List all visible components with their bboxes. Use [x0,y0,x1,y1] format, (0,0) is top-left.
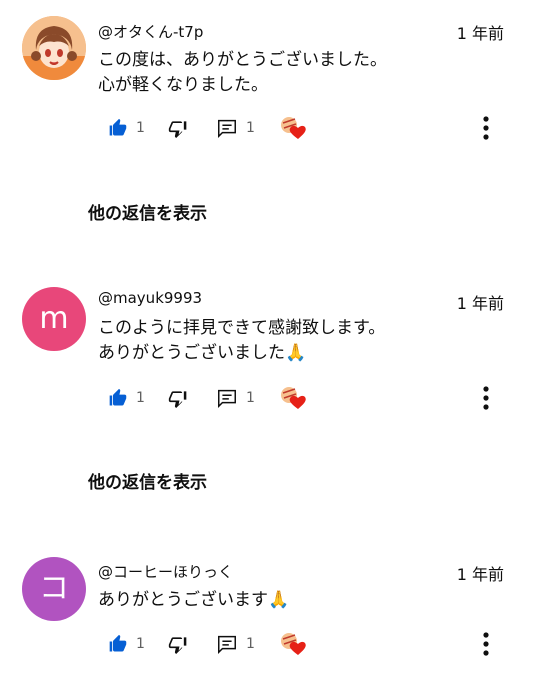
show-replies-link[interactable]: 他の返信を表示 [88,468,207,493]
comment-actions: 1 1 [0,114,540,142]
avatar-anime-image [22,16,86,80]
comment-timestamp[interactable]: 1 年前 [457,561,504,585]
like-button[interactable]: 1 [108,114,145,142]
creator-heart-icon [281,117,306,139]
creator-heart-icon [281,387,306,409]
avatar[interactable]: コ [22,557,86,621]
avatar-letter: m [39,301,69,336]
reply-button[interactable]: 1 [216,630,255,658]
more-vert-icon [483,116,489,140]
more-vert-icon [483,632,489,656]
dislike-button[interactable] [168,630,188,658]
comment-text: ありがとうございます🙏 [98,590,290,610]
creator-heart [280,630,306,658]
creator-heart-icon [281,633,306,655]
comment-actions: 1 1 [0,384,540,412]
creator-heart [280,384,306,412]
thumbs-down-icon [168,391,187,408]
like-button[interactable]: 1 [108,630,145,658]
like-count: 1 [136,120,145,136]
comment-author-handle[interactable]: @オタくん-t7p [98,21,203,42]
like-button[interactable]: 1 [108,384,145,412]
comment-timestamp[interactable]: 1 年前 [457,290,504,314]
avatar[interactable]: m [22,287,86,351]
reply-button[interactable]: 1 [216,384,255,412]
comment-text: この度は、ありがとうございました。 心が軽くなりました。 [98,50,387,95]
thumbs-down-icon [168,121,187,138]
thumbs-up-icon [109,388,127,406]
comment-icon [218,389,236,409]
comment-icon [218,119,236,139]
dislike-button[interactable] [168,114,188,142]
like-count: 1 [136,390,145,406]
more-options-button[interactable] [482,630,490,658]
avatar[interactable] [22,16,86,80]
comment-icon [218,635,236,655]
avatar-letter: コ [39,571,69,606]
thumbs-up-icon [109,634,127,652]
show-replies-link[interactable]: 他の返信を表示 [88,199,207,224]
creator-heart [280,114,306,142]
reply-count: 1 [246,390,255,406]
comment-timestamp[interactable]: 1 年前 [457,20,504,44]
reply-button[interactable]: 1 [216,114,255,142]
more-options-button[interactable] [482,114,490,142]
comment-text: このように拝見できて感謝致します。 ありがとうございました🙏 [98,318,386,363]
more-options-button[interactable] [482,384,490,412]
dislike-button[interactable] [168,384,188,412]
more-vert-icon [483,386,489,410]
comment-actions: 1 1 [0,630,540,658]
thumbs-down-icon [168,637,187,654]
thumbs-up-icon [109,118,127,136]
reply-count: 1 [246,120,255,136]
comment-author-handle[interactable]: @mayuk9993 [98,289,202,307]
like-count: 1 [136,636,145,652]
comment-author-handle[interactable]: @コーヒーほりっく [98,561,233,582]
reply-count: 1 [246,636,255,652]
